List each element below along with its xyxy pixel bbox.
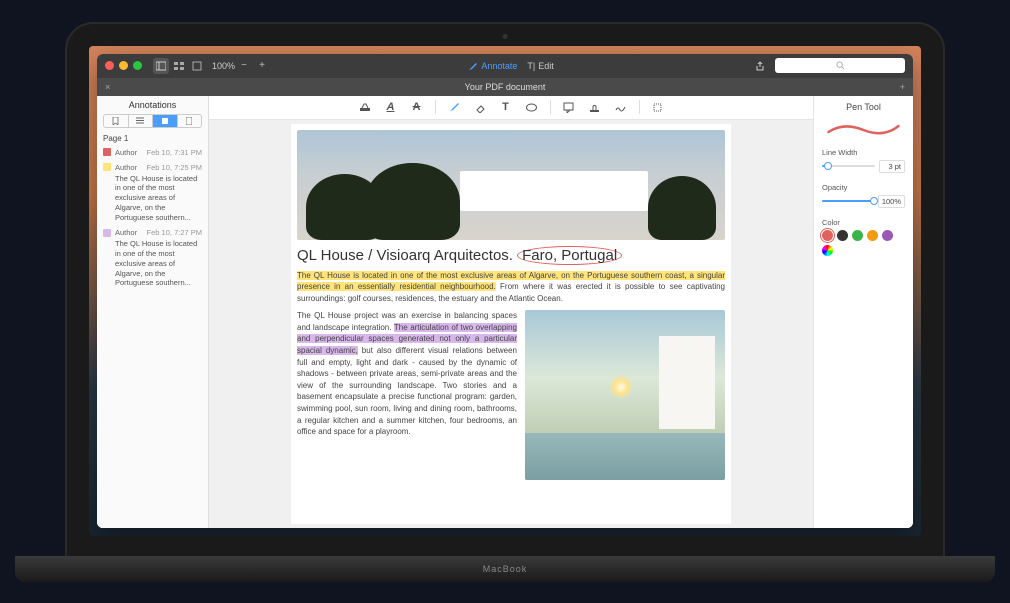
- opacity-label: Opacity: [822, 183, 905, 192]
- color-label: Color: [822, 218, 905, 227]
- window-titlebar: 100% − + Annotate T| Edit: [97, 54, 913, 78]
- page-viewport[interactable]: QL House / Visioarq Arquitectos. Faro, P…: [209, 120, 813, 528]
- main-panel: A A T: [209, 96, 813, 528]
- signature-tool[interactable]: [613, 99, 629, 115]
- sidebar-tab-thumbnails[interactable]: [177, 115, 202, 127]
- zoom-in-button[interactable]: +: [254, 58, 270, 74]
- pen-tool[interactable]: [446, 99, 462, 115]
- annotation-preview-text: The QL House is located in one of the mo…: [115, 174, 202, 223]
- camera: [503, 34, 508, 39]
- page-view-button[interactable]: [189, 58, 205, 74]
- laptop-base: MacBook: [15, 556, 995, 582]
- sidebar-tab-annotations[interactable]: [152, 115, 177, 127]
- color-swatch[interactable]: [822, 245, 833, 256]
- zoom-level[interactable]: 100%: [212, 61, 235, 71]
- search-input[interactable]: [775, 58, 905, 73]
- note-tool[interactable]: [561, 99, 577, 115]
- oval-annotation[interactable]: Faro, Portugal: [517, 246, 622, 265]
- annotation-icon: [103, 163, 111, 171]
- app-window: 100% − + Annotate T| Edit: [97, 54, 913, 528]
- tab-close-button[interactable]: ×: [105, 82, 110, 92]
- color-swatch[interactable]: [822, 230, 833, 241]
- annotation-list-item[interactable]: Author Feb 10, 7:31 PM: [97, 145, 208, 160]
- color-swatches: [822, 230, 905, 256]
- annotation-author: Author: [115, 228, 137, 237]
- share-button[interactable]: [752, 58, 768, 74]
- line-width-slider[interactable]: [822, 165, 875, 167]
- edit-mode-label: Edit: [538, 61, 554, 71]
- line-width-label: Line Width: [822, 148, 905, 157]
- hero-image: [297, 130, 725, 240]
- sidebar-tab-bookmarks[interactable]: [104, 115, 128, 127]
- color-swatch[interactable]: [867, 230, 878, 241]
- zoom-out-button[interactable]: −: [236, 58, 252, 74]
- laptop-model-label: MacBook: [483, 564, 528, 574]
- eraser-tool[interactable]: [472, 99, 488, 115]
- sidebar-title: Annotations: [97, 96, 208, 114]
- color-swatch[interactable]: [837, 230, 848, 241]
- new-tab-button[interactable]: +: [900, 82, 905, 92]
- annotate-mode-button[interactable]: Annotate: [463, 59, 522, 73]
- document-tab-title[interactable]: Your PDF document: [465, 82, 546, 92]
- crop-tool[interactable]: [650, 99, 666, 115]
- maximize-window-button[interactable]: [133, 61, 142, 70]
- edit-mode-button[interactable]: T| Edit: [522, 59, 558, 73]
- stamp-tool[interactable]: [587, 99, 603, 115]
- minimize-window-button[interactable]: [119, 61, 128, 70]
- document-title: QL House / Visioarq Arquitectos. Faro, P…: [297, 246, 725, 265]
- content-area: Annotations Page 1 Author Feb 10, 7:31 PM…: [97, 96, 913, 528]
- document-page: QL House / Visioarq Arquitectos. Faro, P…: [291, 124, 731, 524]
- annotation-author: Author: [115, 163, 137, 172]
- sidebar-tabs: [103, 114, 202, 128]
- annotation-list-item[interactable]: Author Feb 10, 7:25 PM The QL House is loc…: [97, 160, 208, 226]
- annotation-list-item[interactable]: Author Feb 10, 7:27 PM The QL House is loc…: [97, 225, 208, 291]
- underline-tool[interactable]: A: [383, 99, 399, 115]
- paragraph-2: The QL House project was an exercise in …: [297, 310, 517, 438]
- close-window-button[interactable]: [105, 61, 114, 70]
- text-tool[interactable]: T: [498, 99, 514, 115]
- annotate-mode-label: Annotate: [481, 61, 517, 71]
- thumbnail-view-button[interactable]: [171, 58, 187, 74]
- inspector-title: Pen Tool: [822, 102, 905, 112]
- strikethrough-tool[interactable]: A: [409, 99, 425, 115]
- annotation-author: Author: [115, 148, 137, 157]
- annotation-time: Feb 10, 7:31 PM: [147, 148, 202, 157]
- annotation-time: Feb 10, 7:25 PM: [147, 163, 202, 172]
- document-tab-bar: × Your PDF document +: [97, 78, 913, 96]
- opacity-value[interactable]: 100%: [878, 195, 905, 208]
- paragraph-1: The QL House is located in one of the mo…: [297, 270, 725, 305]
- pen-preview: [822, 118, 905, 138]
- annotation-icon: [103, 148, 111, 156]
- color-swatch[interactable]: [852, 230, 863, 241]
- color-swatch[interactable]: [882, 230, 893, 241]
- annotation-preview-text: The QL House is located in one of the mo…: [115, 239, 202, 288]
- sidebar-toggle-button[interactable]: [153, 58, 169, 74]
- sidebar-page-label: Page 1: [97, 132, 208, 145]
- laptop-frame: 100% − + Annotate T| Edit: [65, 22, 945, 582]
- inspector-panel: Pen Tool Line Width 3 pt Opacity 100% Co…: [813, 96, 913, 528]
- annotations-sidebar: Annotations Page 1 Author Feb 10, 7:31 PM…: [97, 96, 209, 528]
- highlight-tool[interactable]: [357, 99, 373, 115]
- window-controls: [105, 61, 142, 70]
- annotation-icon: [103, 229, 111, 237]
- search-icon: [836, 61, 845, 70]
- shape-tool[interactable]: [524, 99, 540, 115]
- annotation-time: Feb 10, 7:27 PM: [147, 228, 202, 237]
- secondary-image: [525, 310, 725, 480]
- desktop-wallpaper: 100% − + Annotate T| Edit: [89, 46, 921, 536]
- sidebar-tab-outline[interactable]: [128, 115, 153, 127]
- line-width-value[interactable]: 3 pt: [879, 160, 905, 173]
- opacity-slider[interactable]: [822, 200, 874, 202]
- annotate-toolbar: A A T: [209, 96, 813, 120]
